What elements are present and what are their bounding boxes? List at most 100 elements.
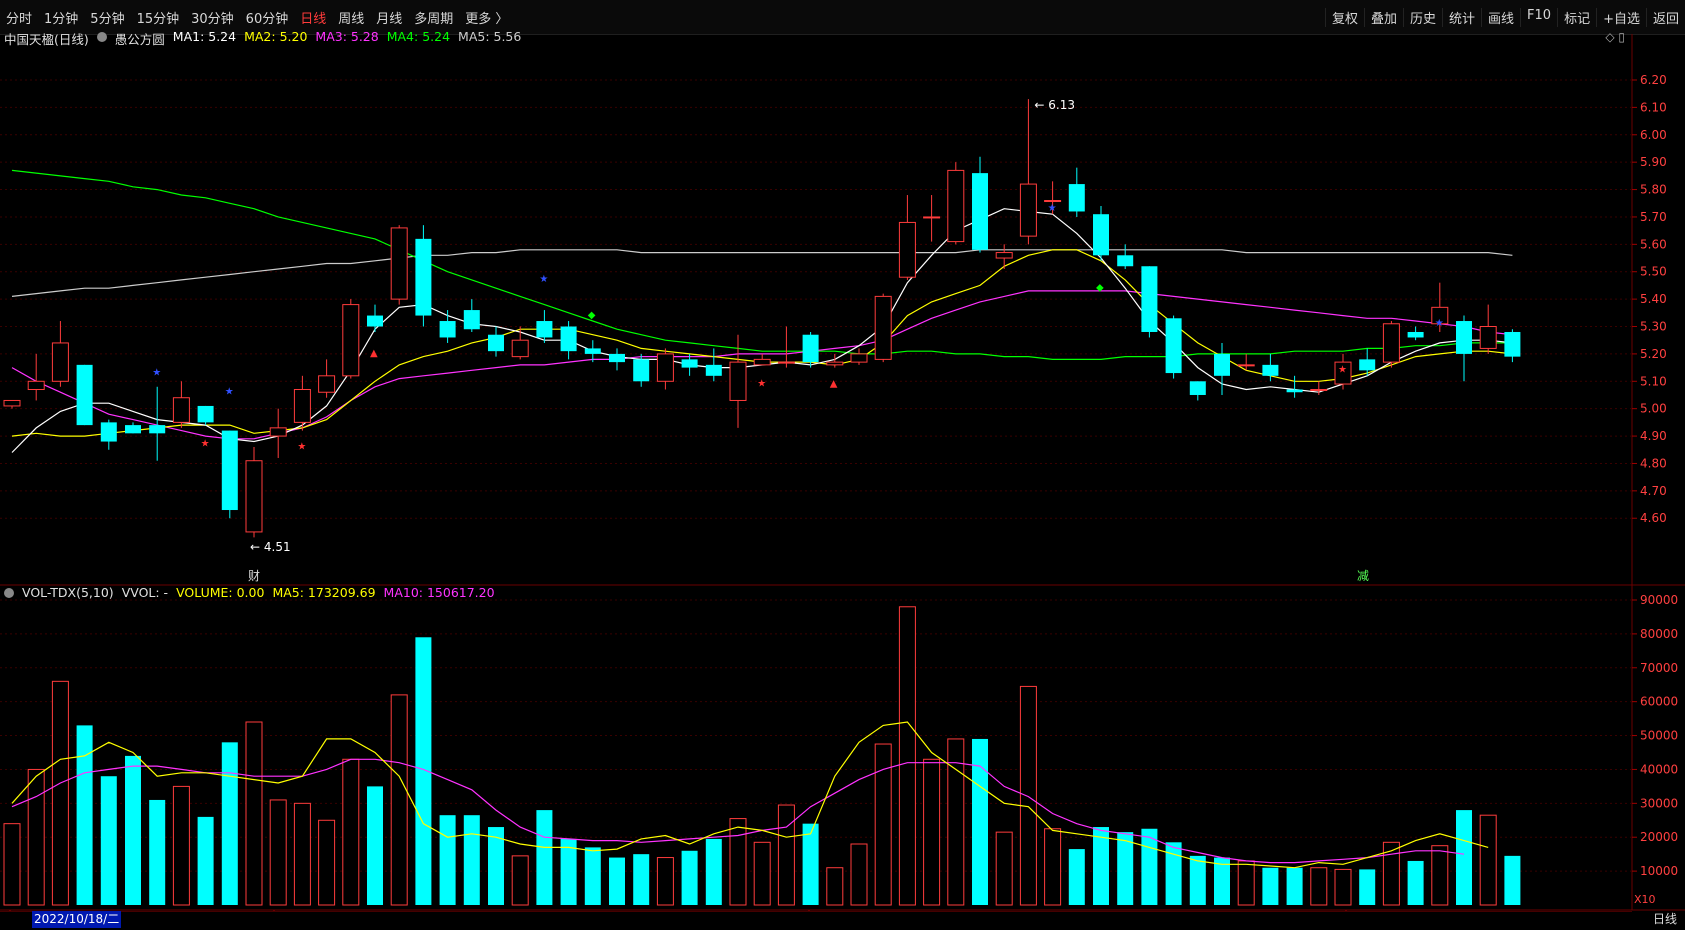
price-tick-label: 4.80 <box>1640 456 1667 470</box>
candle-body <box>1359 359 1376 371</box>
candle-body <box>1456 321 1472 354</box>
volume-bar <box>1165 842 1182 905</box>
candle-body <box>633 359 650 382</box>
high-price-label: ← 6.13 <box>1034 98 1075 112</box>
price-tick-label: 5.30 <box>1640 320 1667 334</box>
volume-bar <box>1504 855 1521 905</box>
period-button[interactable]: 日线 <box>1653 911 1677 928</box>
volume-bar <box>995 831 1013 906</box>
ma4-line <box>11 169 1513 360</box>
volume-bar <box>293 802 311 906</box>
candle-body <box>149 425 166 434</box>
candle-body <box>172 397 190 423</box>
reduce-marker: 减 <box>1357 569 1369 583</box>
volume-bar <box>1431 845 1449 906</box>
signal-marker: ★ <box>1435 318 1444 329</box>
candle-body <box>1262 364 1279 376</box>
candle-body <box>777 361 795 364</box>
signal-marker: ◆ <box>588 310 596 321</box>
volume-bar <box>777 804 795 906</box>
price-tick-label: 6.10 <box>1640 100 1667 114</box>
candle-body <box>874 295 892 360</box>
volume-bar <box>1068 849 1085 905</box>
candle-body <box>221 430 238 511</box>
volume-bar <box>51 680 69 906</box>
candle-body <box>511 339 529 358</box>
signal-marker: ★ <box>152 367 161 378</box>
candle-body <box>1019 183 1037 237</box>
volume-bar <box>221 742 238 905</box>
volume-bar <box>342 758 360 906</box>
volume-bar <box>1189 855 1206 905</box>
candle-body <box>463 310 480 330</box>
candle-body <box>76 364 93 426</box>
price-tick-label: 5.20 <box>1640 347 1667 361</box>
volume-bar <box>753 841 771 906</box>
selected-date: 2022/10/18/二 <box>32 911 122 928</box>
volume-tick-label: 60000 <box>1640 695 1678 709</box>
volume-bar <box>1117 832 1134 905</box>
candle-body <box>802 334 819 363</box>
candle-body <box>705 364 722 376</box>
price-tick-label: 6.20 <box>1640 73 1667 87</box>
ma5-line <box>11 249 1513 297</box>
volume-bar <box>802 823 819 905</box>
finance-marker: 财 <box>248 569 260 583</box>
signal-marker: ★ <box>757 378 766 389</box>
volume-bar <box>269 799 287 906</box>
volume-bar <box>318 819 336 906</box>
volume-bar <box>367 786 383 905</box>
price-tick-label: 5.80 <box>1640 183 1667 197</box>
volume-tick-label: 50000 <box>1640 729 1678 743</box>
volume-bar <box>1044 828 1062 906</box>
volume-bar <box>1262 867 1279 905</box>
candle-body <box>1068 184 1085 212</box>
volume-tick-label: 20000 <box>1640 830 1678 844</box>
volume-bar <box>1286 867 1303 905</box>
candle-body <box>1141 266 1158 332</box>
candle-body <box>269 427 287 437</box>
volume-bar <box>656 857 674 906</box>
candle-body <box>318 375 336 393</box>
candle-body <box>27 380 45 391</box>
volume-bar <box>705 838 722 905</box>
candle-body <box>898 221 916 278</box>
price-tick-label: 5.70 <box>1640 210 1667 224</box>
candle-body <box>1504 331 1521 357</box>
volume-tick-label: 10000 <box>1640 864 1678 878</box>
candle-body <box>536 321 553 338</box>
volume-bar <box>1407 860 1424 905</box>
volume-bar <box>1479 814 1497 906</box>
scale-label: X10 <box>1634 893 1656 906</box>
volume-bar <box>1382 841 1400 906</box>
signal-marker: ★ <box>539 274 548 285</box>
volume-bar <box>923 758 941 906</box>
candle-body <box>656 353 674 382</box>
signal-marker: ▲ <box>370 348 378 359</box>
volume-bar <box>972 738 988 905</box>
candle-body <box>293 389 311 423</box>
volume-bar <box>439 815 456 905</box>
price-tick-label: 5.90 <box>1640 155 1667 169</box>
candle-body <box>439 321 456 338</box>
volume-bar <box>1019 685 1037 906</box>
candle-body <box>1189 381 1206 395</box>
signal-marker: ★ <box>225 387 234 398</box>
candle-body <box>923 216 941 219</box>
kline-chart[interactable]: 6.20 6.10 6.00 5.90 5.80 5.70 5.60 5.50 5.40 5.30… <box>0 0 1685 929</box>
candle-body <box>1117 255 1134 267</box>
volume-bar <box>463 815 480 905</box>
candle-body <box>972 173 988 250</box>
candle-body <box>584 348 601 354</box>
volume-bar <box>1310 867 1328 906</box>
signal-marker: ★ <box>297 441 306 452</box>
candle-body <box>1093 214 1109 256</box>
signal-marker: ★ <box>201 439 210 450</box>
candle-body <box>51 342 69 382</box>
candle-body <box>1382 323 1400 363</box>
volume-bar <box>3 823 21 906</box>
candle-body <box>197 405 214 423</box>
candle-body <box>826 361 844 366</box>
candle-body <box>1479 326 1497 349</box>
volume-bar <box>172 785 190 906</box>
